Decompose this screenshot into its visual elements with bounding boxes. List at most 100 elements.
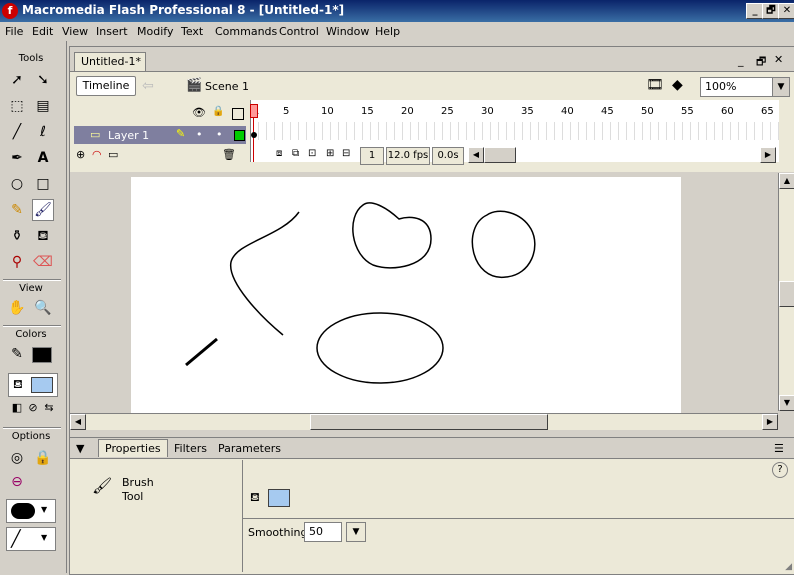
brush-size-select[interactable]: ▼ (6, 499, 56, 523)
menu-modify[interactable]: Modify (137, 25, 173, 38)
edit-symbols-icon[interactable]: ◆ (672, 77, 683, 93)
doc-close-button[interactable]: ✕ (774, 53, 783, 66)
text-tool-icon[interactable]: A (32, 147, 54, 169)
ink-bottle-tool-icon[interactable]: ⚱ (6, 225, 28, 247)
timeline-panel: 👁 🔒 ▭ Layer 1 ✎ • • ⊕ ◠ ▭ 🗑 1 5 10 15 20… (70, 100, 794, 172)
zoom-tool-icon[interactable]: 🔍 (32, 297, 54, 319)
menu-help[interactable]: Help (375, 25, 400, 38)
close-button[interactable]: ✕ (778, 3, 794, 19)
center-frame-icon[interactable]: ⧈ (276, 148, 282, 159)
insert-layer-icon[interactable]: ⊕ (76, 148, 85, 161)
fill-color-group: ⛾ (8, 373, 58, 397)
doc-restore-button[interactable]: 🗗 (756, 53, 766, 72)
help-icon[interactable]: ? (772, 462, 788, 478)
zoom-select[interactable]: 100% ▼ (700, 77, 790, 97)
fill-color-swatch[interactable] (31, 377, 53, 393)
eyedropper-tool-icon[interactable]: ⚲ (6, 251, 28, 273)
panel-collapse-icon[interactable]: ▼ (76, 442, 84, 455)
horizontal-scroll-thumb[interactable] (310, 414, 548, 430)
stage-canvas[interactable] (131, 177, 681, 413)
stage-vertical-scrollbar[interactable]: ▲ ▼ (778, 173, 794, 411)
pen-tool-icon[interactable]: ✒ (6, 147, 28, 169)
scroll-up-button[interactable]: ▲ (779, 173, 794, 189)
vertical-scroll-thumb[interactable] (779, 281, 794, 307)
blob-stroke-1 (352, 202, 432, 269)
playhead-handle[interactable] (250, 104, 258, 118)
chevron-down-icon[interactable]: ▼ (772, 78, 789, 96)
tab-properties[interactable]: Properties (98, 439, 168, 457)
free-transform-tool-icon[interactable]: ⬚ (6, 95, 28, 117)
back-arrow-icon[interactable]: ⇦ (142, 78, 162, 94)
timeline-scroll-thumb[interactable] (484, 147, 516, 163)
smoothing-dropdown[interactable]: ▼ (346, 522, 366, 542)
brush-size-preview (11, 503, 35, 519)
onion-outlines-icon[interactable]: ⊡ (308, 148, 316, 159)
menu-window[interactable]: Window (326, 25, 369, 38)
hand-tool-icon[interactable]: ✋ (6, 297, 28, 319)
tool-name-line1: Brush (122, 476, 154, 489)
eraser-tool-icon[interactable]: ⌫ (32, 251, 54, 273)
menu-view[interactable]: View (62, 25, 88, 38)
add-motion-guide-icon[interactable]: ◠ (92, 148, 102, 161)
rectangle-tool-icon[interactable]: □ (32, 173, 54, 195)
lock-fill-icon[interactable]: ◎ (6, 447, 28, 469)
menu-control[interactable]: Control (279, 25, 319, 38)
scene-label[interactable]: Scene 1 (205, 80, 249, 93)
line-tool-icon[interactable]: ╱ (6, 121, 28, 143)
keyframe-dot[interactable] (251, 132, 257, 138)
scroll-down-button[interactable]: ▼ (779, 395, 794, 411)
fill-color-picker[interactable] (268, 489, 290, 507)
onion-skin-icon[interactable]: ⧉ (292, 148, 299, 159)
menu-edit[interactable]: Edit (32, 25, 53, 38)
doc-minimize-button[interactable]: _ (738, 54, 744, 67)
fill-color-icon: ⛾ (13, 377, 23, 391)
subselection-tool-icon[interactable]: ➘ (32, 69, 54, 91)
brush-pressure-icon[interactable]: ⊖ (6, 471, 28, 493)
menu-commands[interactable]: Commands (215, 25, 277, 38)
brush-mode-icon[interactable]: 🔒 (32, 447, 54, 469)
eye-icon[interactable]: 👁 (192, 106, 206, 119)
scroll-left-button[interactable]: ◀ (70, 414, 86, 430)
properties-tab-bar: ▼ Properties Filters Parameters ☰ (70, 438, 794, 459)
lock-icon[interactable]: 🔒 (212, 106, 224, 117)
layer-color-box[interactable] (234, 130, 245, 141)
edit-multiple-frames-icon[interactable]: ⊞ (326, 148, 334, 159)
lasso-tool-icon[interactable]: ℓ (32, 121, 54, 143)
timeline-scroll-right[interactable]: ▶ (760, 147, 776, 163)
stage-horizontal-scrollbar[interactable]: ◀ ▶ (70, 413, 778, 430)
brush-shape-select[interactable]: ╱ ▼ (6, 527, 56, 551)
scroll-right-button[interactable]: ▶ (762, 414, 778, 430)
selection-tool-icon[interactable]: ➚ (6, 69, 28, 91)
gradient-transform-tool-icon[interactable]: ▤ (32, 95, 54, 117)
frame-row[interactable] (251, 122, 779, 140)
smoothing-label: Smoothing (248, 526, 308, 539)
document-tab[interactable]: Untitled-1* (74, 52, 146, 71)
modify-markers-icon[interactable]: ⊟ (342, 148, 350, 159)
swap-colors-icon[interactable]: ⇆ (38, 397, 60, 419)
delete-layer-icon[interactable]: 🗑 (222, 148, 236, 161)
edit-scene-icon[interactable]: 🎞 (646, 77, 664, 93)
layer-list: 👁 🔒 ▭ Layer 1 ✎ • • ⊕ ◠ ▭ 🗑 (70, 100, 248, 172)
layer-row[interactable]: ▭ Layer 1 ✎ • • (74, 126, 246, 144)
resize-grip-icon[interactable]: ◢ (785, 562, 792, 572)
frame-tick: 60 (721, 106, 734, 117)
tab-filters[interactable]: Filters (174, 442, 207, 455)
paint-bucket-tool-icon[interactable]: ⛾ (32, 225, 54, 247)
pencil-tool-icon[interactable]: ✎ (6, 199, 28, 221)
lock-dot-icon[interactable]: • (216, 128, 223, 141)
menu-text[interactable]: Text (181, 25, 203, 38)
menu-file[interactable]: File (5, 25, 23, 38)
stroke-color-swatch[interactable] (32, 347, 52, 363)
brush-tool-icon[interactable]: 🖌 (32, 199, 54, 221)
timeline-scroll-left[interactable]: ◀ (468, 147, 484, 163)
timeline-button[interactable]: Timeline (76, 76, 136, 96)
insert-folder-icon[interactable]: ▭ (108, 148, 118, 161)
panel-options-icon[interactable]: ☰ (774, 442, 784, 455)
smoothing-input[interactable]: 50 (304, 522, 342, 542)
tab-parameters[interactable]: Parameters (218, 442, 281, 455)
menu-insert[interactable]: Insert (96, 25, 128, 38)
visible-dot-icon[interactable]: • (196, 128, 203, 141)
outline-icon[interactable] (232, 108, 244, 120)
oval-tool-icon[interactable]: ○ (6, 173, 28, 195)
frame-rate[interactable]: 12.0 fps (386, 147, 430, 165)
